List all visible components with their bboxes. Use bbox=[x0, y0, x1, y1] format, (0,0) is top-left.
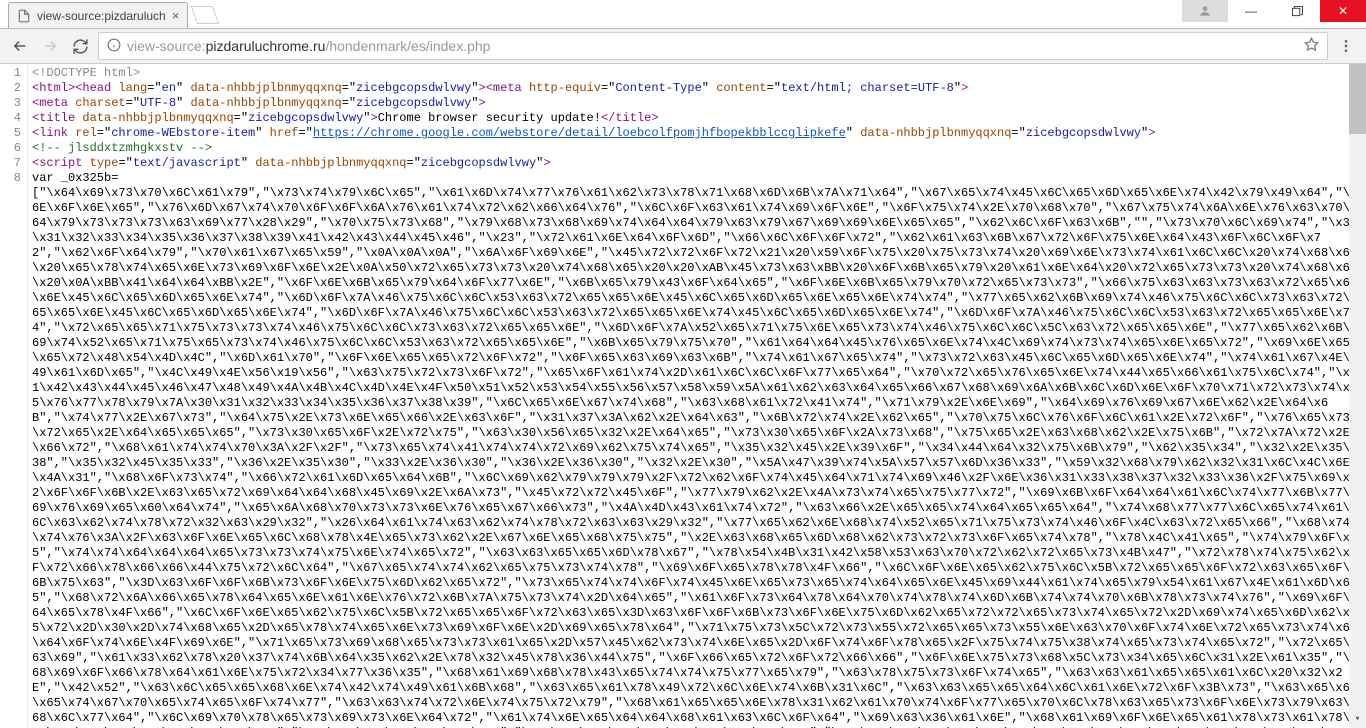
close-window-button[interactable]: ✕ bbox=[1320, 0, 1366, 22]
scrollbar-arrow-down[interactable]: ▾ bbox=[1349, 711, 1366, 728]
browser-tab[interactable]: view-source:pizdaruluch × bbox=[8, 2, 188, 28]
address-bar[interactable]: view-source:pizdaruluchrome.ru/hondenmar… bbox=[98, 32, 1328, 60]
url-text: view-source:pizdaruluchrome.ru/hondenmar… bbox=[127, 38, 1298, 54]
scrollbar-thumb[interactable] bbox=[1349, 64, 1366, 134]
forward-button[interactable] bbox=[38, 34, 62, 58]
source-view: 12345678 <!DOCTYPE html><html><head lang… bbox=[0, 64, 1366, 728]
reload-button[interactable] bbox=[68, 34, 92, 58]
close-tab-icon[interactable]: × bbox=[172, 9, 180, 22]
site-info-icon[interactable] bbox=[107, 38, 121, 55]
line-gutter: 12345678 bbox=[0, 64, 28, 728]
tab-title: view-source:pizdaruluch bbox=[37, 9, 166, 23]
scrollbar-track[interactable] bbox=[1349, 64, 1366, 728]
toolbar: view-source:pizdaruluchrome.ru/hondenmar… bbox=[0, 28, 1366, 64]
user-icon[interactable] bbox=[1182, 0, 1228, 22]
bookmark-star-icon[interactable] bbox=[1304, 37, 1319, 55]
new-tab-button[interactable] bbox=[191, 6, 220, 24]
titlebar: view-source:pizdaruluch × — ✕ bbox=[0, 0, 1366, 28]
maximize-button[interactable] bbox=[1274, 0, 1320, 22]
minimize-button[interactable]: — bbox=[1228, 0, 1274, 22]
source-code[interactable]: <!DOCTYPE html><html><head lang="en" dat… bbox=[28, 64, 1366, 728]
page-icon bbox=[17, 9, 31, 23]
window-controls: — ✕ bbox=[1182, 0, 1366, 22]
menu-button[interactable] bbox=[1334, 34, 1358, 58]
back-button[interactable] bbox=[8, 34, 32, 58]
